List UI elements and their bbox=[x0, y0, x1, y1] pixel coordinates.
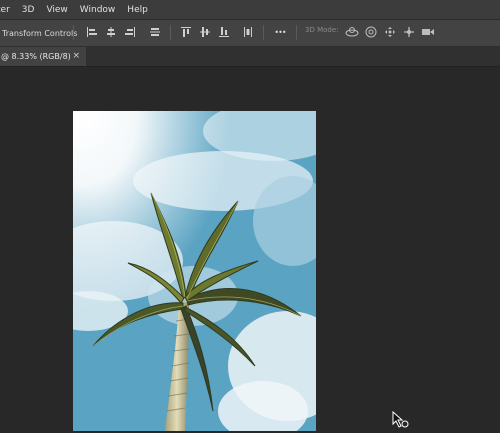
transform-controls-label[interactable]: Transform Controls bbox=[2, 29, 77, 38]
document-tab-title: @ 8.33% (RGB/8) bbox=[1, 52, 71, 61]
document-tab[interactable]: @ 8.33% (RGB/8) × bbox=[0, 47, 86, 66]
pan-icon[interactable] bbox=[383, 25, 397, 39]
menu-item-3d[interactable]: 3D bbox=[22, 5, 41, 15]
menu-item-window[interactable]: Window bbox=[80, 5, 122, 15]
separator bbox=[296, 25, 297, 40]
align-center-icon[interactable] bbox=[104, 25, 118, 39]
camera-icon[interactable] bbox=[421, 25, 435, 39]
slide-icon[interactable] bbox=[402, 25, 416, 39]
menu-item-filter[interactable]: ter bbox=[0, 5, 16, 15]
options-bar: Transform Controls ••• 3D Mode: bbox=[0, 20, 500, 47]
align-left-icon[interactable] bbox=[85, 25, 99, 39]
separator bbox=[170, 25, 171, 40]
3d-mode-label: 3D Mode: bbox=[305, 26, 339, 34]
menu-bar: ter 3D View Window Help bbox=[0, 0, 500, 20]
mouse-pointer-icon bbox=[392, 410, 410, 433]
menu-item-help[interactable]: Help bbox=[127, 5, 154, 15]
canvas-area[interactable] bbox=[0, 67, 500, 431]
document-canvas[interactable] bbox=[73, 111, 316, 431]
menu-item-view[interactable]: View bbox=[46, 5, 73, 15]
align-right-icon[interactable] bbox=[123, 25, 137, 39]
roll-icon[interactable] bbox=[364, 25, 378, 39]
align-middle-icon[interactable] bbox=[148, 25, 162, 39]
palm-tree-photo bbox=[73, 111, 316, 431]
close-icon[interactable]: × bbox=[72, 51, 80, 61]
document-tab-bar: @ 8.33% (RGB/8) × bbox=[0, 47, 500, 67]
orbit-icon[interactable] bbox=[345, 25, 359, 39]
separator bbox=[73, 25, 74, 40]
distribute-icon[interactable] bbox=[241, 25, 255, 39]
align-bottom-icon[interactable] bbox=[217, 25, 231, 39]
separator bbox=[263, 25, 264, 40]
align-vcenter-icon[interactable] bbox=[198, 25, 212, 39]
align-top-icon[interactable] bbox=[179, 25, 193, 39]
more-icon[interactable]: ••• bbox=[273, 25, 287, 39]
